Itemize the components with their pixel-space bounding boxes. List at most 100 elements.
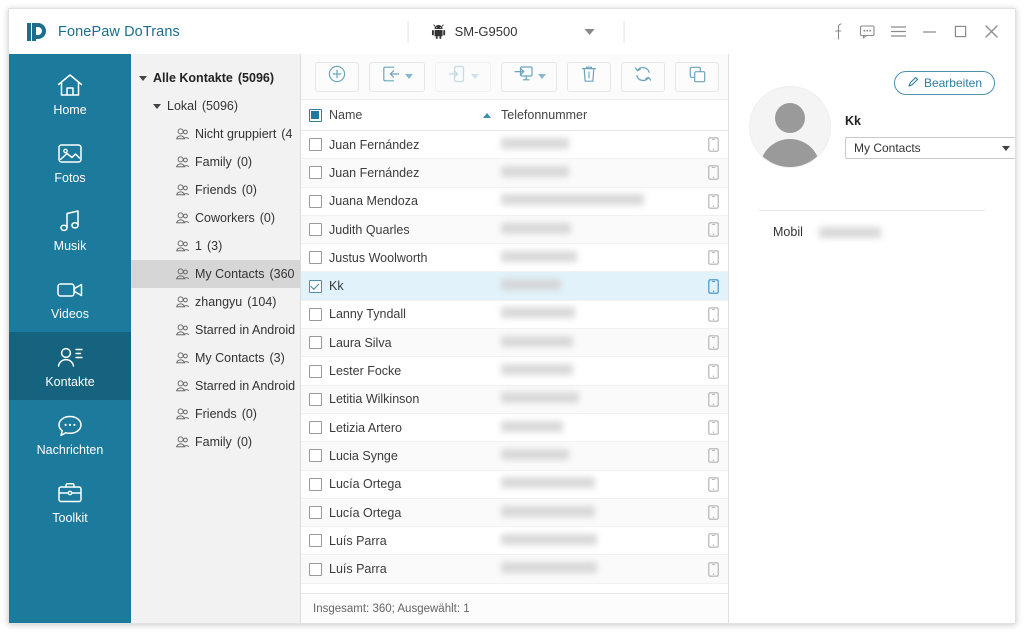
maximize-icon[interactable] <box>945 17 976 47</box>
tree-item[interactable]: My Contacts (360 <box>131 260 300 288</box>
import-button[interactable] <box>369 61 425 92</box>
row-checkbox-cell[interactable] <box>301 421 329 435</box>
chevron-down-icon[interactable] <box>537 74 546 79</box>
add-contact-button[interactable] <box>315 61 359 92</box>
tree-item[interactable]: Family (0) <box>131 148 300 176</box>
row-checkbox-cell[interactable] <box>301 279 329 293</box>
row-checkbox[interactable] <box>308 307 322 321</box>
chevron-down-icon[interactable] <box>405 74 413 79</box>
export-to-pc-button[interactable] <box>501 61 557 92</box>
row-checkbox-cell[interactable] <box>301 449 329 463</box>
row-checkbox-cell[interactable] <box>301 392 329 406</box>
contact-group-select[interactable]: My Contacts <box>845 137 1015 159</box>
table-row[interactable]: Letitia Wilkinson <box>301 385 728 414</box>
chevron-down-icon[interactable] <box>584 28 595 35</box>
row-checkbox[interactable] <box>308 392 322 406</box>
table-row[interactable]: Justus Woolworth <box>301 244 728 273</box>
row-checkbox-cell[interactable] <box>301 506 329 519</box>
device-selector[interactable]: SM-G9500 <box>407 19 625 45</box>
row-checkbox-cell[interactable] <box>301 336 329 350</box>
refresh-button[interactable] <box>621 61 665 92</box>
export-to-phone-button[interactable] <box>435 61 491 92</box>
tree-item[interactable]: Coworkers (0) <box>131 204 300 232</box>
column-header-phone[interactable]: Telefonnummer <box>501 108 698 122</box>
row-checkbox-cell[interactable] <box>301 562 329 576</box>
tree-item[interactable]: Nicht gruppiert (4 <box>131 120 300 148</box>
row-checkbox[interactable] <box>308 223 322 237</box>
row-checkbox-cell[interactable] <box>301 364 329 378</box>
tree-item[interactable]: My Contacts (3) <box>131 344 300 372</box>
minimize-icon[interactable] <box>914 17 945 47</box>
row-checkbox-cell[interactable] <box>301 223 329 237</box>
table-row[interactable]: Luís Parra <box>301 527 728 556</box>
row-checkbox[interactable] <box>308 279 322 293</box>
row-checkbox-cell[interactable] <box>301 477 329 491</box>
tree-item[interactable]: Friends (0) <box>131 176 300 204</box>
tree-item-count: (5096) <box>237 71 275 85</box>
sort-ascending-icon[interactable] <box>483 112 491 118</box>
table-row[interactable]: Laura Silva <box>301 329 728 358</box>
edit-contact-button[interactable]: Bearbeiten <box>893 71 995 95</box>
row-checkbox-cell[interactable] <box>301 534 329 548</box>
table-row[interactable]: Letizia Artero <box>301 414 728 443</box>
sidebar-item-kontakte[interactable]: Kontakte <box>9 332 131 400</box>
tree-item[interactable]: Starred in Android <box>131 372 300 400</box>
feedback-chat-icon[interactable] <box>852 17 883 47</box>
messages-icon <box>56 412 84 438</box>
row-checkbox[interactable] <box>308 562 322 576</box>
twisty-expanded-icon[interactable] <box>139 75 147 81</box>
table-row[interactable]: Juan Fernández <box>301 131 728 160</box>
row-checkbox[interactable] <box>308 336 322 350</box>
sidebar-item-toolkit[interactable]: Toolkit <box>9 468 131 536</box>
tree-item[interactable]: 1 (3) <box>131 232 300 260</box>
tree-item[interactable]: Starred in Android <box>131 316 300 344</box>
table-row[interactable]: Juana Mendoza <box>301 188 728 216</box>
table-row[interactable]: Luís Parra <box>301 555 728 584</box>
delete-button[interactable] <box>567 61 611 92</box>
tree-item[interactable]: zhangyu (104) <box>131 288 300 316</box>
row-checkbox[interactable] <box>308 138 322 152</box>
table-row[interactable]: Lucía Ortega <box>301 498 728 528</box>
sidebar-item-nachrichten[interactable]: Nachrichten <box>9 400 131 468</box>
row-checkbox-cell[interactable] <box>301 251 329 265</box>
row-checkbox[interactable] <box>308 534 322 548</box>
row-checkbox[interactable] <box>308 477 322 491</box>
table-row[interactable]: Lucia Synge <box>301 442 728 471</box>
tree-item[interactable]: Friends (0) <box>131 400 300 428</box>
row-checkbox-cell[interactable] <box>301 166 329 180</box>
table-row[interactable]: Lucía Ortega <box>301 471 728 499</box>
row-checkbox[interactable] <box>308 421 322 435</box>
table-row[interactable]: Lanny Tyndall <box>301 301 728 330</box>
chevron-down-icon[interactable] <box>471 74 479 79</box>
facebook-icon[interactable] <box>821 17 852 47</box>
twisty-expanded-icon[interactable] <box>153 103 161 109</box>
chevron-down-icon[interactable] <box>1002 145 1010 151</box>
tree-item[interactable]: Lokal (5096) <box>131 92 300 120</box>
select-all-checkbox[interactable] <box>308 108 322 122</box>
sidebar-item-fotos[interactable]: Fotos <box>9 128 131 196</box>
row-checkbox[interactable] <box>308 194 322 208</box>
row-checkbox[interactable] <box>308 251 322 265</box>
table-row[interactable]: Kk <box>301 272 728 301</box>
fonepaw-logo-icon <box>23 19 49 45</box>
row-checkbox[interactable] <box>308 506 322 519</box>
row-checkbox[interactable] <box>308 166 322 180</box>
menu-hamburger-icon[interactable] <box>883 17 914 47</box>
row-checkbox-cell[interactable] <box>301 307 329 321</box>
tree-item[interactable]: Family (0) <box>131 428 300 456</box>
table-row[interactable]: Juan Fernández <box>301 159 728 188</box>
row-checkbox-cell[interactable] <box>301 138 329 152</box>
sidebar-item-videos[interactable]: Videos <box>9 264 131 332</box>
table-row[interactable]: Judith Quarles <box>301 215 728 245</box>
row-checkbox[interactable] <box>308 449 322 463</box>
table-row[interactable]: Lester Focke <box>301 357 728 386</box>
tree-item[interactable]: Alle Kontakte (5096) <box>131 64 300 92</box>
close-icon[interactable] <box>976 17 1007 47</box>
deduplicate-button[interactable] <box>675 61 719 92</box>
column-header-name[interactable]: Name <box>329 108 501 122</box>
select-all-checkbox-cell[interactable] <box>301 108 329 122</box>
sidebar-item-home[interactable]: Home <box>9 60 131 128</box>
row-checkbox[interactable] <box>308 364 322 378</box>
row-checkbox-cell[interactable] <box>301 194 329 208</box>
sidebar-item-musik[interactable]: Musik <box>9 196 131 264</box>
